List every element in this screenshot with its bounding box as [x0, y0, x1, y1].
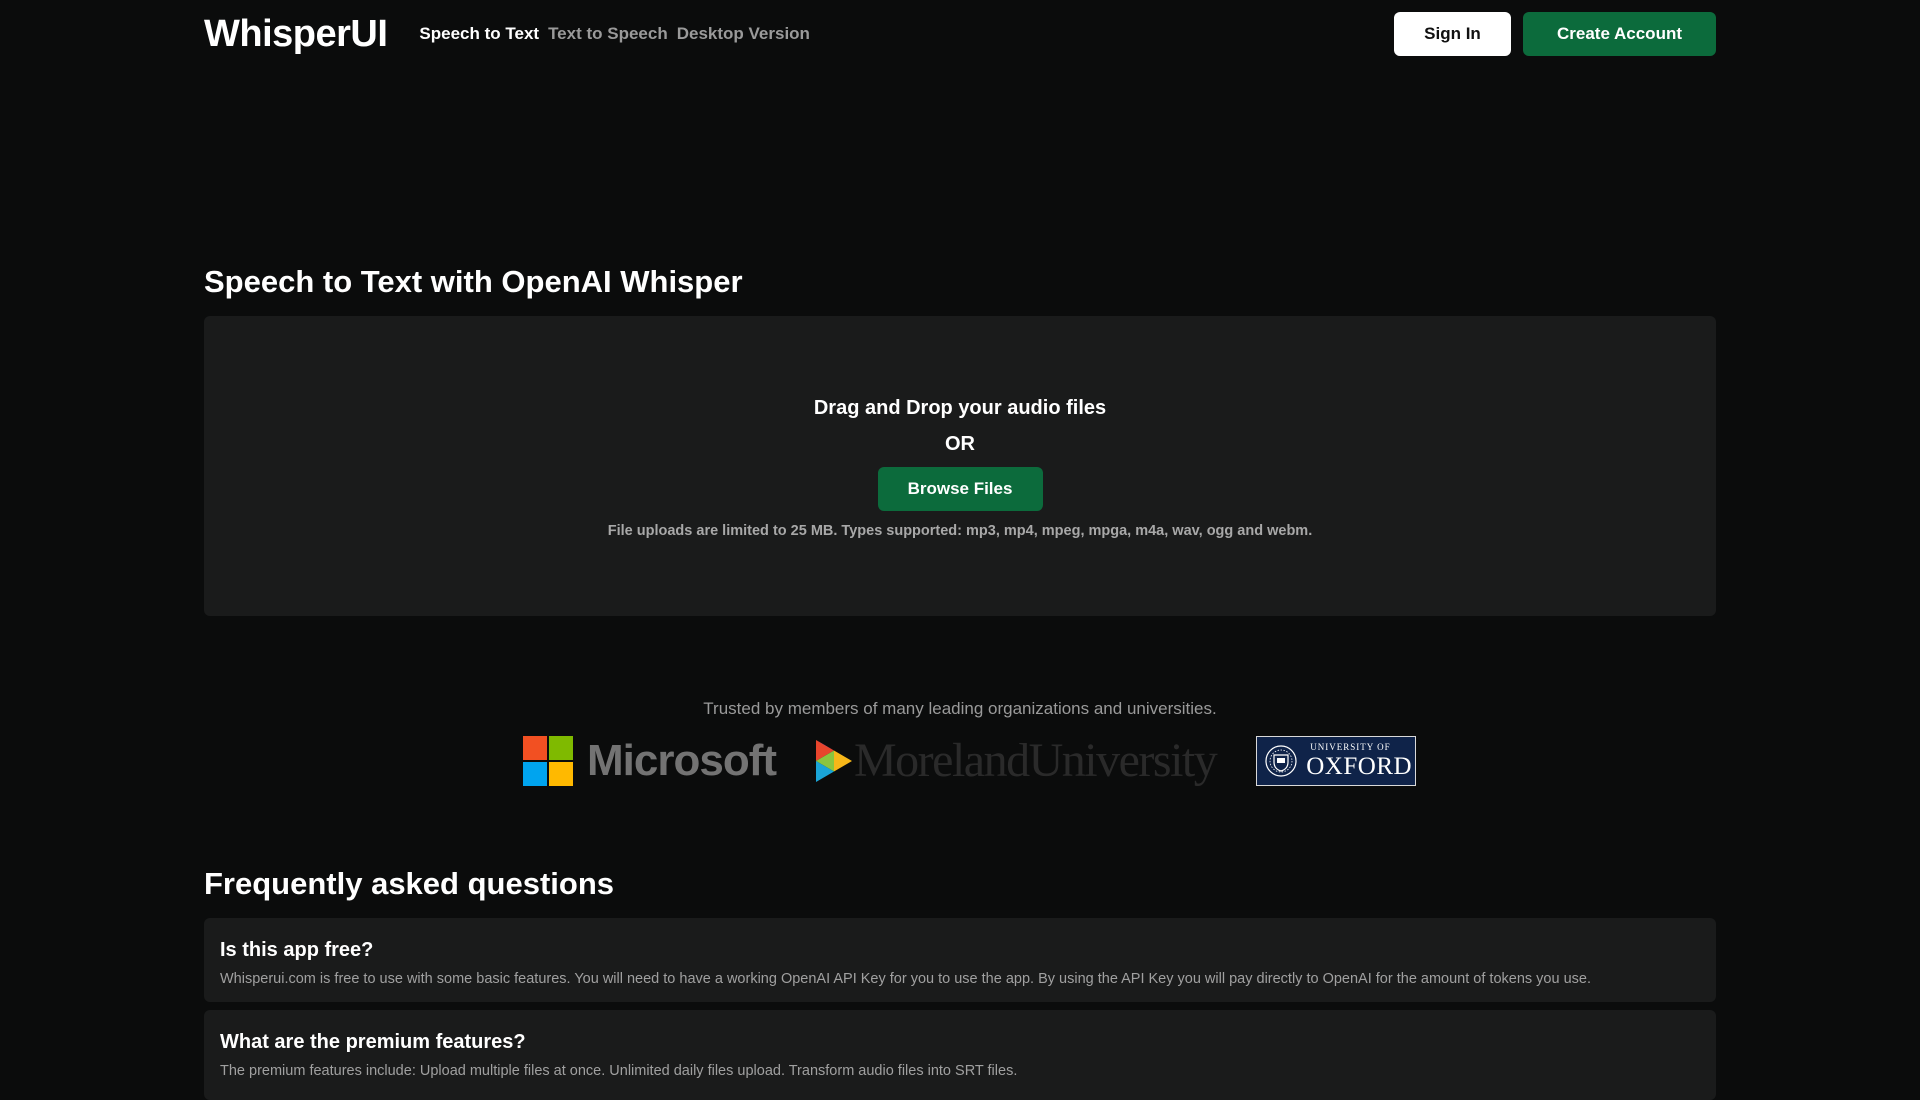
faq-item[interactable]: Is this app free? Whisperui.com is free … [204, 918, 1716, 1002]
faq-answer: Whisperui.com is free to use with some b… [220, 971, 1591, 987]
microsoft-logo: Microsoft [523, 735, 777, 787]
trusted-by-text: Trusted by members of many leading organ… [703, 699, 1217, 718]
faq-question: What are the premium features? [220, 1031, 526, 1053]
oxford-wordmark: UNIVERSITY OF OXFORD [1306, 742, 1413, 780]
partner-logos: Microsoft MorelandUniversity UNIVERSITY … [523, 734, 1417, 787]
sign-in-button[interactable]: Sign In [1394, 12, 1511, 56]
oxford-university-logo: UNIVERSITY OF OXFORD [1256, 736, 1417, 786]
oxford-crest-icon [1265, 745, 1297, 777]
moreland-university-logo: MorelandUniversity [816, 734, 1218, 787]
oxford-big-text: OXFORD [1306, 753, 1413, 780]
upload-dropzone[interactable]: Drag and Drop your audio files OR Browse… [204, 316, 1716, 616]
microsoft-squares-icon [523, 736, 573, 786]
faq-question: Is this app free? [220, 939, 374, 961]
faq-answer: The premium features include: Upload mul… [220, 1063, 1018, 1079]
moreland-triangle-icon [816, 740, 852, 782]
nav-text-to-speech[interactable]: Text to Speech [548, 24, 668, 44]
dropzone-title: Drag and Drop your audio files [813, 397, 1107, 419]
create-account-button[interactable]: Create Account [1523, 12, 1716, 56]
browse-files-button[interactable]: Browse Files [877, 467, 1043, 511]
dropzone-or: OR [945, 433, 975, 455]
oxford-small-text: UNIVERSITY OF [1310, 742, 1391, 752]
page-title: Speech to Text with OpenAI Whisper [204, 264, 743, 299]
main-nav: Speech to Text Text to Speech Desktop Ve… [419, 24, 810, 44]
faq-item[interactable]: What are the premium features? The premi… [204, 1010, 1716, 1100]
site-logo[interactable]: WhisperUI [204, 12, 388, 56]
site-header: WhisperUI Speech to Text Text to Speech … [204, 12, 1716, 56]
upload-limits-note: File uploads are limited to 25 MB. Types… [607, 523, 1313, 539]
moreland-wordmark: MorelandUniversity [854, 734, 1218, 787]
nav-speech-to-text[interactable]: Speech to Text [419, 24, 539, 44]
microsoft-wordmark: Microsoft [587, 736, 777, 785]
faq-title: Frequently asked questions [204, 866, 614, 901]
nav-desktop-version[interactable]: Desktop Version [677, 24, 810, 44]
